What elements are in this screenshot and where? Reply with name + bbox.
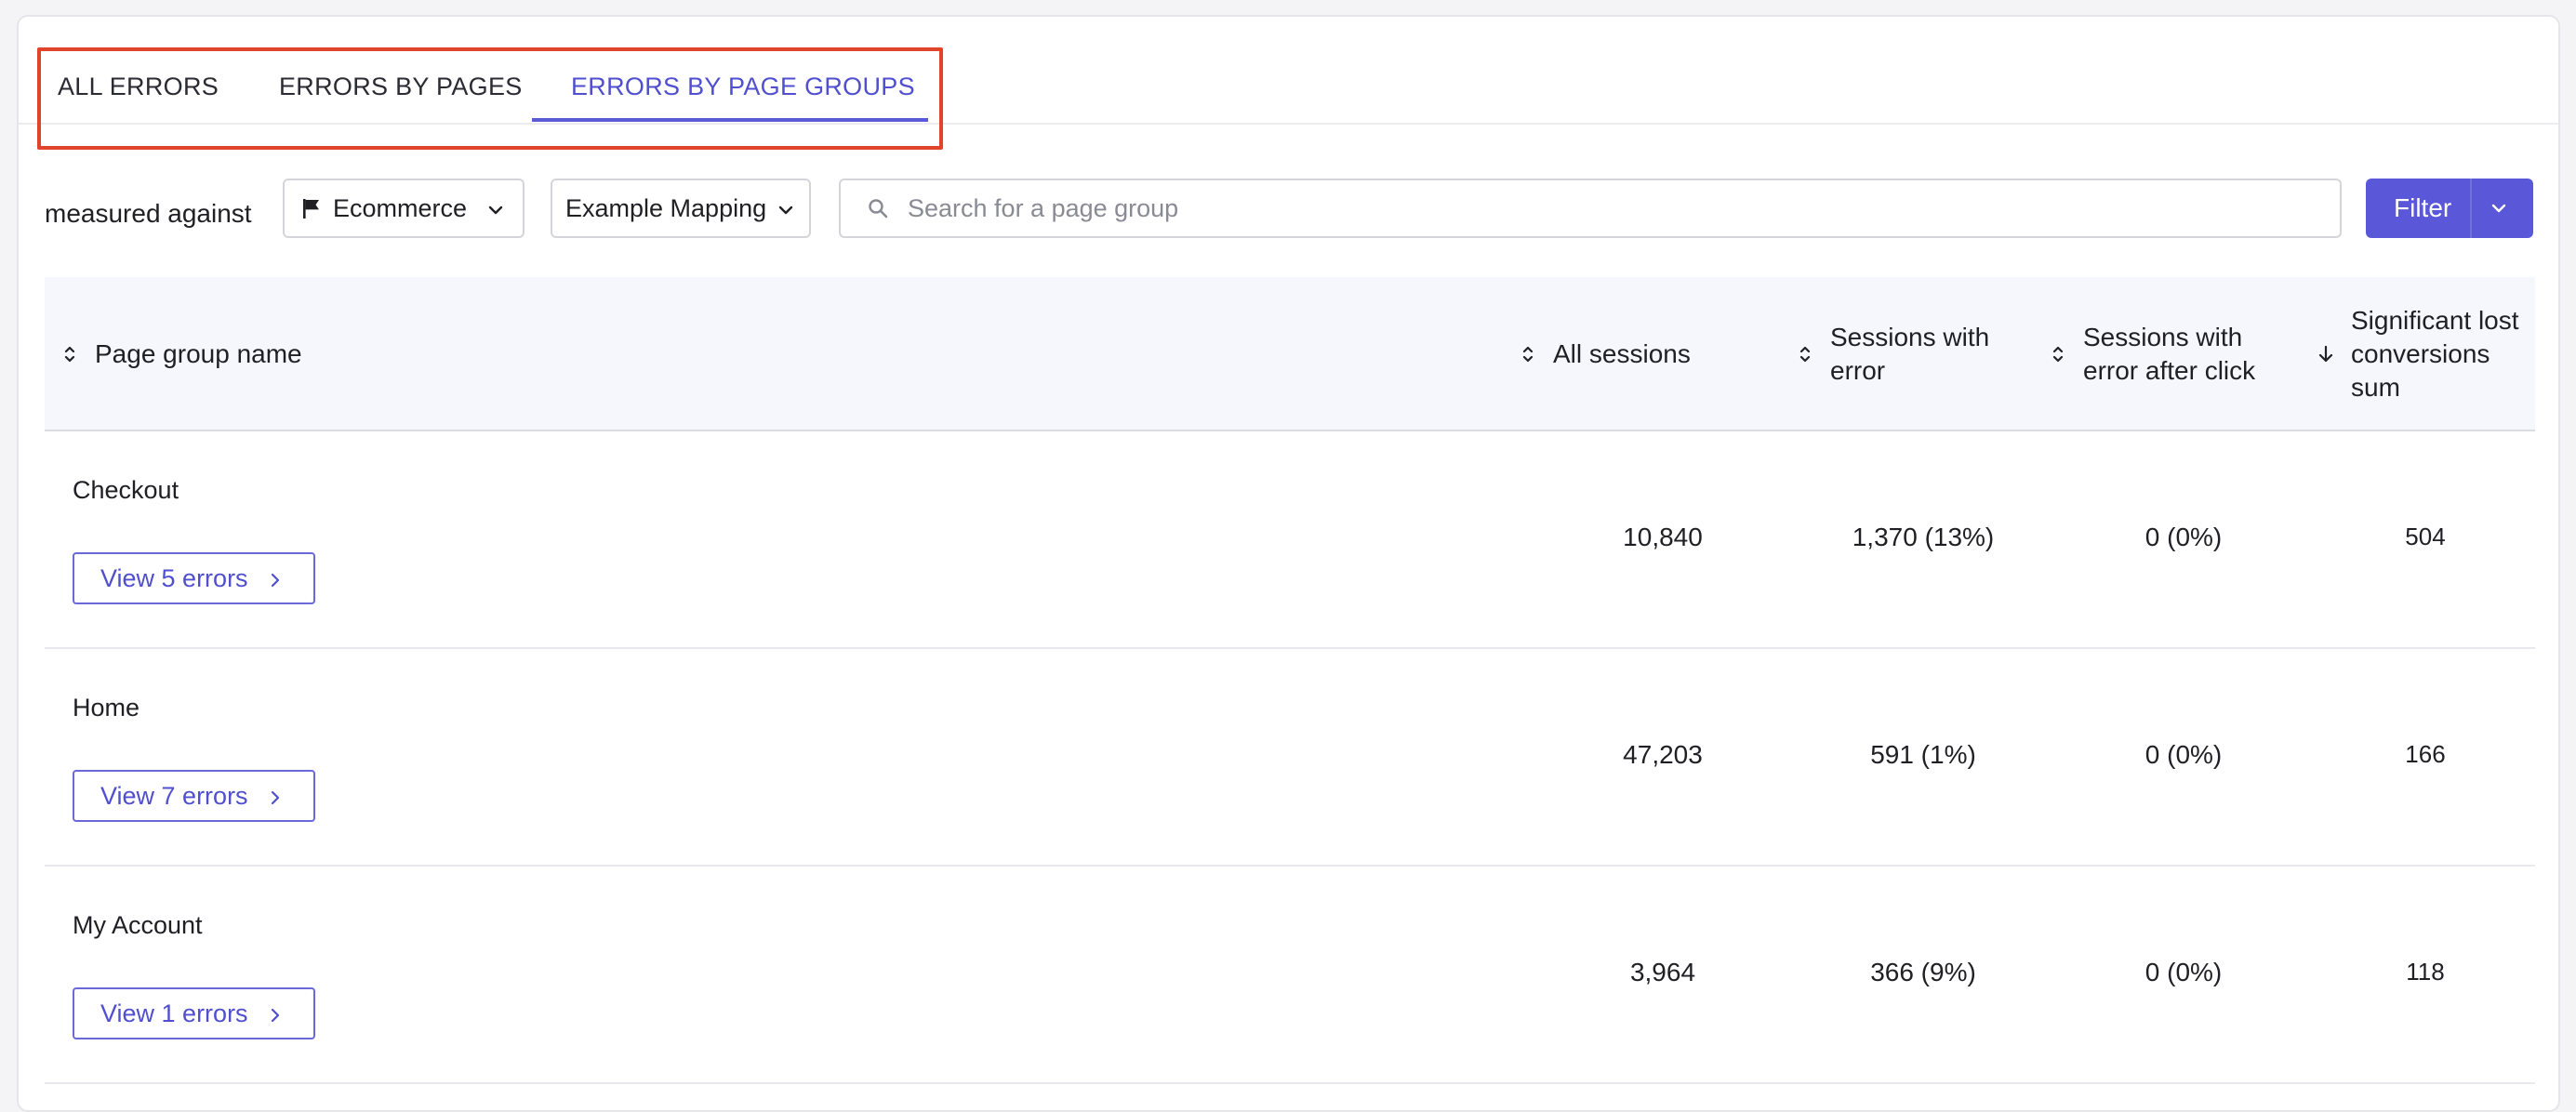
button-divider — [2470, 179, 2472, 238]
search-icon — [869, 199, 888, 218]
measured-against-label: measured against — [45, 199, 252, 228]
tabs-bar: ALL ERRORS ERRORS BY PAGES ERRORS BY PAG… — [19, 17, 2558, 125]
flag-icon — [303, 199, 319, 218]
view-errors-label: View 7 errors — [100, 781, 248, 810]
header-line: error — [1830, 356, 1886, 385]
chevron-right-icon — [271, 573, 279, 588]
column-header-sessions-with-error[interactable]: Sessions with error — [1799, 277, 2012, 431]
table-row: Checkout View 5 errors 10,840 1,370 (13%… — [45, 431, 2535, 649]
mapping-dropdown-value: Example Mapping — [565, 193, 767, 222]
header-line: Significant lost — [2351, 306, 2519, 335]
tab-all-errors[interactable]: ALL ERRORS — [58, 73, 219, 101]
error-after-click-value: 0 (0%) — [2144, 740, 2223, 769]
header-line: Sessions with — [2083, 323, 2243, 351]
sessions-with-error-value: 591 (1%) — [1870, 740, 1976, 769]
view-errors-button[interactable]: View 1 errors — [73, 987, 315, 1039]
error-after-click-value: 0 (0%) — [2144, 523, 2223, 551]
table-row: My Account View 1 errors 3,964 366 (9%) … — [45, 867, 2535, 1084]
view-errors-button[interactable]: View 5 errors — [73, 552, 315, 604]
header-label: Sessions with error after click — [2083, 321, 2255, 388]
page-group-search — [839, 179, 2342, 238]
page-group-name: Checkout — [73, 476, 179, 504]
lost-conversions-value: 166 — [2405, 740, 2446, 768]
chevron-down-icon — [488, 205, 503, 215]
goal-dropdown-value: Ecommerce — [333, 193, 468, 222]
column-header-all-sessions[interactable]: All sessions — [1521, 277, 1691, 431]
chevron-down-icon[interactable] — [2490, 203, 2507, 214]
header-line: Sessions with — [1830, 323, 1990, 351]
header-label: Significant lost conversions sum — [2351, 304, 2519, 404]
header-line: sum — [2351, 373, 2400, 402]
header-line: conversions — [2351, 339, 2490, 368]
error-after-click-value: 0 (0%) — [2144, 958, 2223, 986]
page-group-name: My Account — [73, 911, 203, 939]
filter-button-label: Filter — [2394, 193, 2452, 222]
all-sessions-value: 47,203 — [1623, 740, 1703, 769]
errors-panel: ALL ERRORS ERRORS BY PAGES ERRORS BY PAG… — [17, 15, 2560, 1112]
goal-dropdown[interactable]: Ecommerce — [283, 179, 524, 238]
tab-errors-by-page-groups[interactable]: ERRORS BY PAGE GROUPS — [571, 73, 915, 101]
header-line: error after click — [2083, 356, 2256, 385]
view-errors-label: View 5 errors — [100, 563, 248, 592]
table-row: Home View 7 errors 47,203 591 (1%) 0 (0%… — [45, 649, 2535, 867]
filter-button[interactable]: Filter — [2366, 179, 2533, 238]
column-header-lost-conversions[interactable]: Significant lost conversions sum — [2317, 277, 2541, 431]
header-label: All sessions — [1553, 339, 1691, 368]
active-tab-indicator — [532, 118, 928, 122]
chevron-right-icon — [271, 1008, 279, 1023]
search-input[interactable] — [906, 192, 2301, 224]
all-sessions-value: 10,840 — [1623, 523, 1703, 551]
header-label: Sessions with error — [1830, 321, 1989, 388]
table-header: Page group name All sessions Sessions wi… — [45, 277, 2535, 431]
header-label: Page group name — [95, 339, 302, 368]
page-group-name: Home — [73, 694, 140, 721]
sort-icon — [2052, 346, 2064, 363]
column-header-error-after-click[interactable]: Sessions with error after click — [2052, 277, 2293, 431]
column-header-page-group-name[interactable]: Page group name — [63, 277, 302, 431]
sort-descending-icon — [2318, 345, 2333, 363]
sessions-with-error-value: 366 (9%) — [1870, 958, 1976, 986]
chevron-right-icon — [271, 790, 279, 805]
lost-conversions-value: 504 — [2405, 523, 2446, 550]
view-errors-button[interactable]: View 7 errors — [73, 770, 315, 822]
sort-icon — [1522, 346, 1534, 363]
all-sessions-value: 3,964 — [1629, 958, 1696, 986]
mapping-dropdown[interactable]: Example Mapping — [551, 179, 811, 238]
sort-icon — [1799, 346, 1811, 363]
view-errors-label: View 1 errors — [100, 999, 248, 1027]
sort-icon — [64, 346, 75, 363]
page-groups-table: Page group name All sessions Sessions wi… — [45, 277, 2535, 1084]
sessions-with-error-value: 1,370 (13%) — [1852, 523, 1995, 551]
chevron-down-icon — [778, 205, 793, 215]
lost-conversions-value: 118 — [2406, 958, 2445, 986]
tab-errors-by-pages[interactable]: ERRORS BY PAGES — [279, 73, 523, 101]
